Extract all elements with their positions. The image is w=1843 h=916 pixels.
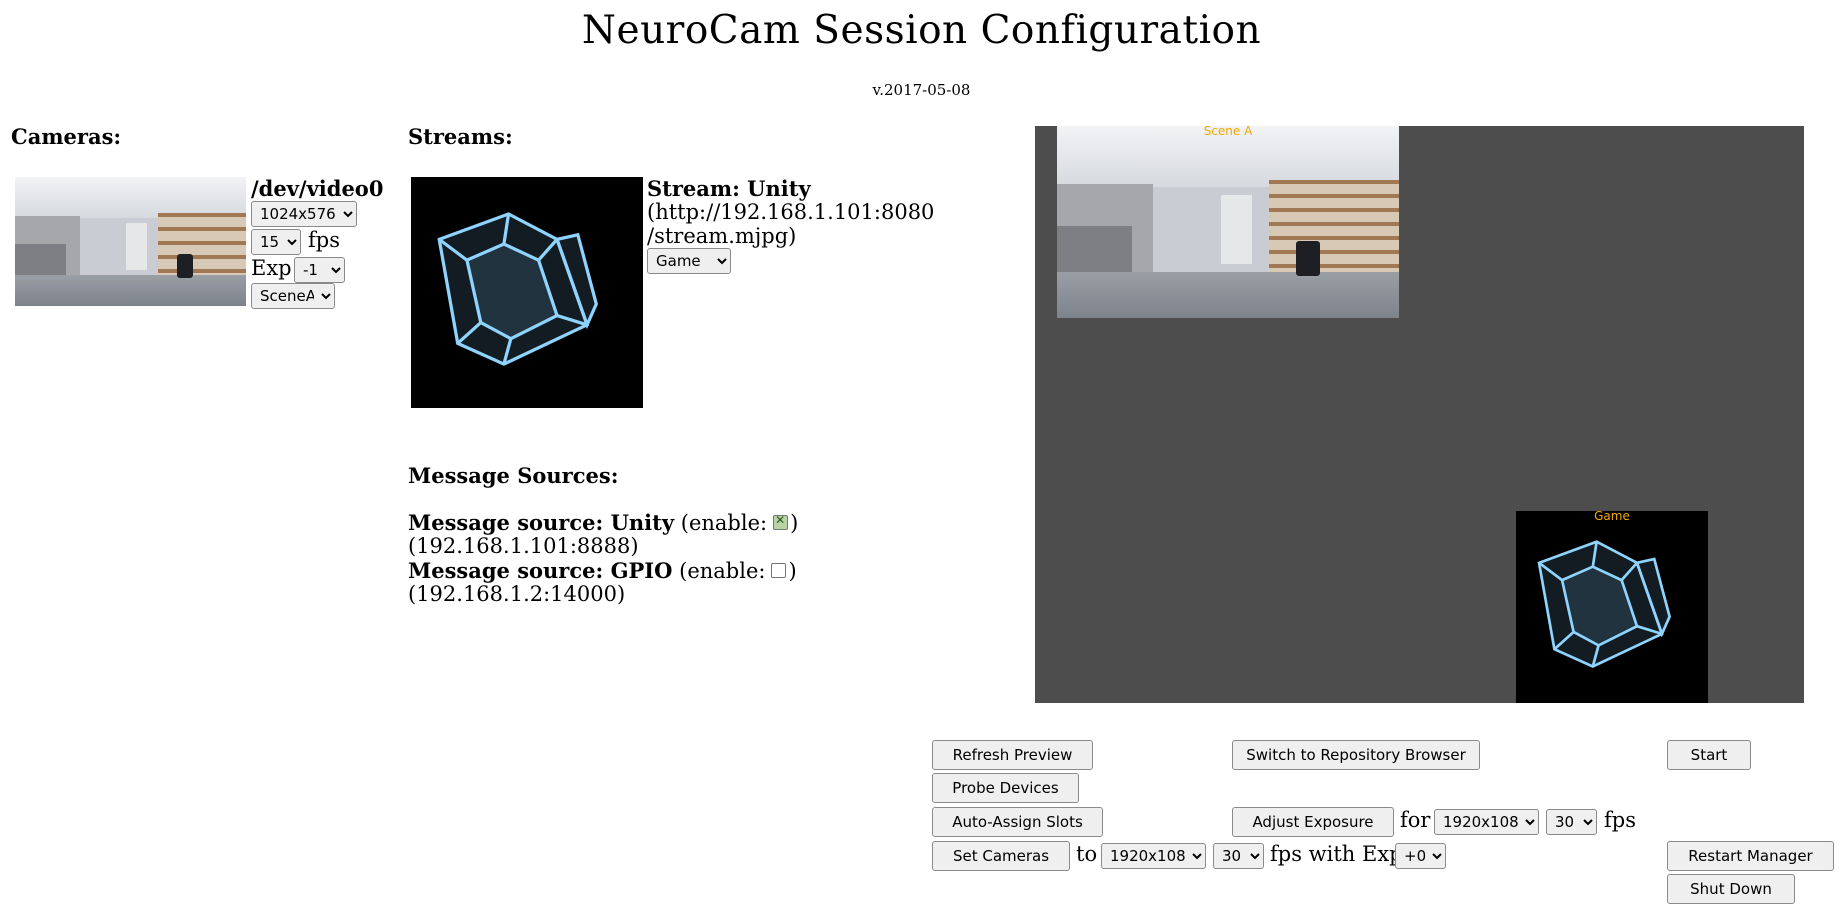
cameras-heading: Cameras:: [11, 124, 122, 149]
enable-prefix: (enable:: [680, 511, 768, 535]
message-source-unity-address: (192.168.1.101:8888): [408, 534, 639, 558]
probe-devices-button[interactable]: Probe Devices: [932, 773, 1079, 803]
adjust-fps-label: fps: [1604, 808, 1636, 832]
stream-slot-select[interactable]: Game: [647, 248, 731, 274]
stream-url-line1: (http://192.168.1.101:8080: [647, 200, 935, 224]
slot-label-scene-a: Scene A: [1203, 126, 1253, 138]
camera-fps-label: fps: [308, 228, 340, 252]
tesseract-image: [1537, 540, 1672, 668]
camera-exp-select[interactable]: -1: [294, 257, 345, 283]
stream-url-line2: /stream.mjpg): [647, 224, 797, 248]
message-source-gpio-address: (192.168.1.2:14000): [408, 582, 626, 606]
camera-thumbnail: [15, 177, 246, 306]
stream-thumbnail: [411, 177, 643, 408]
adjust-resolution-select[interactable]: 1920x1080: [1434, 809, 1539, 835]
start-button[interactable]: Start: [1667, 740, 1751, 770]
version-label: v.2017-05-08: [872, 81, 971, 99]
preview-canvas: Scene A Game: [1035, 126, 1804, 703]
message-source-gpio: Message source: GPIO (enable:): [408, 558, 797, 583]
tesseract-image: [437, 212, 599, 366]
set-resolution-select[interactable]: 1920x1080: [1101, 843, 1206, 869]
camera-exp-label: Exp: [251, 256, 292, 280]
shut-down-button[interactable]: Shut Down: [1667, 874, 1795, 904]
camera-device-name: /dev/video0: [251, 176, 384, 201]
enable-gpio-checkbox[interactable]: [771, 563, 787, 578]
restart-manager-button[interactable]: Restart Manager: [1667, 841, 1834, 871]
slot-label-game: Game: [1594, 509, 1630, 523]
enable-unity-checkbox[interactable]: [773, 513, 789, 530]
for-label: for: [1400, 808, 1431, 832]
set-cameras-button[interactable]: Set Cameras: [932, 841, 1070, 871]
preview-slot-scene-a: Scene A: [1057, 126, 1399, 318]
auto-assign-slots-button[interactable]: Auto-Assign Slots: [932, 807, 1103, 837]
set-exp-select[interactable]: +0: [1395, 843, 1446, 869]
message-source-unity: Message source: Unity (enable:): [408, 510, 798, 535]
enable-suffix: ): [788, 559, 797, 583]
to-label: to: [1076, 842, 1098, 866]
adjust-exposure-button[interactable]: Adjust Exposure: [1232, 807, 1394, 837]
enable-prefix: (enable:: [679, 559, 766, 583]
stream-name: Stream: Unity: [647, 176, 811, 201]
camera-resolution-select[interactable]: 1024x576: [251, 201, 357, 227]
message-source-name: Message source: Unity: [408, 510, 675, 535]
page-title: NeuroCam Session Configuration: [581, 8, 1262, 53]
switch-repository-button[interactable]: Switch to Repository Browser: [1232, 740, 1480, 770]
camera-slot-select[interactable]: SceneA: [251, 283, 335, 309]
message-source-name: Message source: GPIO: [408, 558, 673, 583]
streams-heading: Streams:: [408, 124, 513, 149]
camera-fps-select[interactable]: 15: [251, 229, 301, 255]
enable-suffix: ): [790, 511, 799, 535]
preview-slot-game: Game: [1516, 509, 1708, 703]
adjust-fps-select[interactable]: 30: [1546, 809, 1597, 835]
refresh-preview-button[interactable]: Refresh Preview: [932, 740, 1093, 770]
set-fps-select[interactable]: 30: [1213, 843, 1264, 869]
message-sources-heading: Message Sources:: [408, 463, 619, 488]
fps-with-exp-label: fps with Exp: [1270, 842, 1403, 866]
